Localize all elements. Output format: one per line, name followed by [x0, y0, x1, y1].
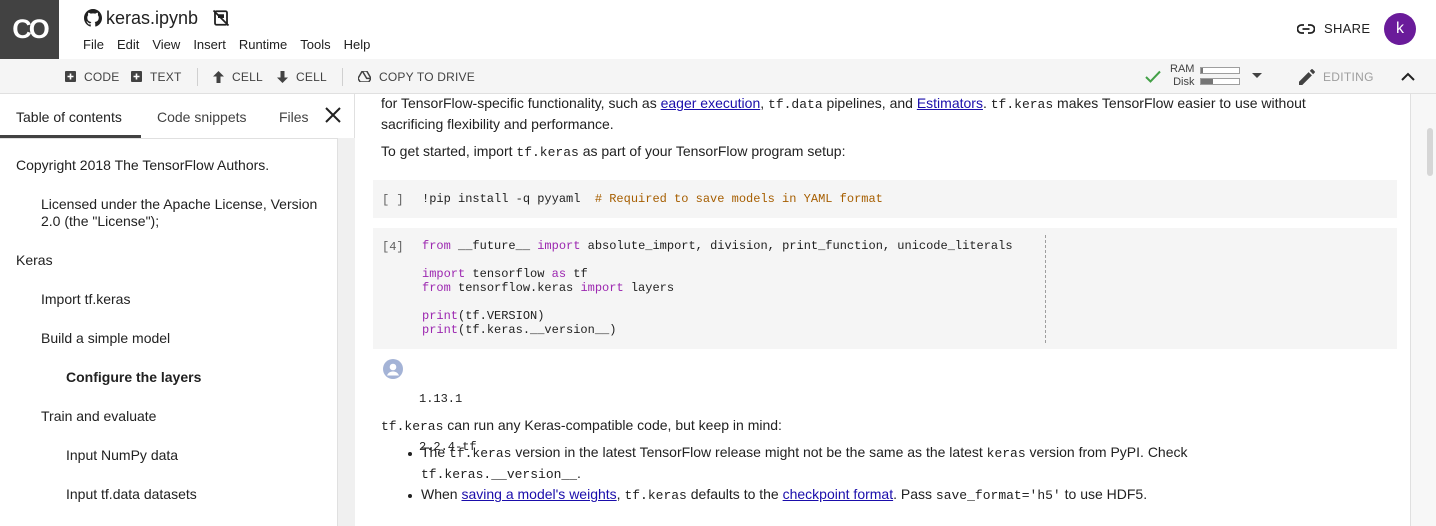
checkpoint-format-link[interactable]: checkpoint format	[783, 486, 894, 502]
drive-icon	[358, 71, 371, 82]
code-cell[interactable]: [4] from __future__ import absolute_impo…	[373, 228, 1397, 349]
intro-paragraph-line2: sacrificing flexibility and performance.	[381, 116, 614, 132]
toolbar-divider	[197, 68, 198, 86]
intro-paragraph: for TensorFlow-specific functionality, s…	[381, 95, 1306, 112]
menu-insert[interactable]: Insert	[193, 37, 226, 52]
plus-box-icon	[65, 71, 76, 82]
colab-logo[interactable]: CO	[0, 0, 59, 59]
menu-file[interactable]: File	[83, 37, 104, 52]
add-code-button[interactable]: CODE	[65, 59, 119, 94]
bullet-item: The tf.keras version in the latest Tenso…	[421, 444, 1188, 461]
copy-to-drive-button[interactable]: COPY TO DRIVE	[358, 59, 475, 94]
toc-item[interactable]: Input NumPy data	[66, 447, 178, 464]
no-drive-icon[interactable]	[212, 9, 230, 27]
ram-bar-fill	[1201, 68, 1204, 73]
code-line[interactable]: print(tf.keras.__version__)	[422, 323, 616, 337]
resource-labels: RAM Disk	[1170, 63, 1195, 88]
resource-bars	[1200, 67, 1241, 85]
notebook-title[interactable]: keras.ipynb	[106, 8, 198, 29]
estimators-link[interactable]: Estimators	[917, 95, 983, 111]
notebook-area: for TensorFlow-specific functionality, s…	[356, 94, 1436, 526]
toc-item[interactable]: Import tf.keras	[41, 291, 130, 308]
menu-runtime[interactable]: Runtime	[239, 37, 287, 52]
menu-help[interactable]: Help	[344, 37, 371, 52]
resource-monitor[interactable]: RAM Disk	[1145, 63, 1263, 89]
compat-paragraph: tf.keras can run any Keras-compatible co…	[381, 417, 782, 434]
toc-item-active[interactable]: Configure the layers	[66, 369, 201, 386]
bullet-item: When saving a model's weights, tf.keras …	[421, 486, 1148, 503]
saving-weights-link[interactable]: saving a model's weights	[461, 486, 616, 502]
arrow-down-icon	[277, 70, 288, 83]
chevron-up-icon[interactable]	[1398, 67, 1418, 87]
share-button[interactable]: SHARE	[1297, 21, 1370, 36]
code-line[interactable]: from tensorflow.keras import layers	[422, 281, 674, 295]
sidebar-scrollbar[interactable]	[337, 138, 355, 526]
tab-code-snippets[interactable]: Code snippets	[157, 109, 247, 125]
sidebar-tabs: Table of contents Code snippets Files	[0, 94, 355, 138]
toc-item[interactable]: Build a simple model	[41, 330, 170, 347]
toc-item[interactable]: Licensed under the Apache License, Versi…	[41, 196, 317, 230]
table-of-contents: Copyright 2018 The TensorFlow Authors. L…	[0, 138, 337, 526]
line-length-ruler	[1045, 235, 1046, 343]
add-text-button[interactable]: TEXT	[131, 59, 181, 94]
toc-item[interactable]: Train and evaluate	[41, 408, 156, 425]
bullet-dot	[408, 494, 412, 498]
disk-bar	[1200, 78, 1241, 85]
toolbar-divider	[342, 68, 343, 86]
tab-table-of-contents[interactable]: Table of contents	[16, 109, 122, 125]
bullet-dot	[408, 452, 412, 456]
notebook-content: for TensorFlow-specific functionality, s…	[356, 94, 1410, 526]
bullet-item-line2: tf.keras.__version__.	[421, 465, 581, 482]
plus-box-icon	[131, 71, 142, 82]
toc-item[interactable]: Keras	[16, 252, 53, 269]
disk-bar-fill	[1201, 79, 1213, 84]
setup-paragraph: To get started, import tf.keras as part …	[381, 143, 846, 160]
code-line[interactable]: !pip install -q pyyaml # Required to sav…	[422, 192, 883, 206]
github-icon[interactable]	[84, 9, 102, 27]
menu-tools[interactable]: Tools	[300, 37, 330, 52]
arrow-up-icon	[213, 70, 224, 83]
menu-edit[interactable]: Edit	[117, 37, 139, 52]
menu-view[interactable]: View	[152, 37, 180, 52]
caret-down-icon[interactable]	[1252, 73, 1263, 79]
code-line[interactable]: print(tf.VERSION)	[422, 309, 544, 323]
tab-files[interactable]: Files	[279, 109, 309, 125]
code-line[interactable]: from __future__ import absolute_import, …	[422, 239, 1013, 253]
menu-bar: File Edit View Insert Runtime Tools Help	[83, 37, 383, 52]
share-label: SHARE	[1324, 21, 1371, 36]
check-icon	[1145, 70, 1161, 83]
cell-run-prompt[interactable]: [4]	[382, 240, 404, 254]
toc-item[interactable]: Input tf.data datasets	[66, 486, 197, 503]
move-cell-up-button[interactable]: CELL	[213, 59, 263, 94]
pencil-icon	[1299, 68, 1315, 85]
move-cell-down-button[interactable]: CELL	[277, 59, 327, 94]
user-avatar[interactable]: k	[1384, 13, 1416, 45]
sidebar: Table of contents Code snippets Files Co…	[0, 94, 355, 526]
output-avatar-icon[interactable]	[383, 359, 403, 379]
eager-execution-link[interactable]: eager execution	[661, 95, 761, 111]
cell-run-prompt[interactable]: [ ]	[382, 193, 404, 207]
close-icon[interactable]	[322, 104, 344, 126]
code-line[interactable]: import tensorflow as tf	[422, 267, 588, 281]
code-cell[interactable]: [ ] !pip install -q pyyaml # Required to…	[373, 180, 1397, 218]
link-icon	[1297, 23, 1315, 34]
editing-mode-button[interactable]: EDITING	[1299, 59, 1374, 94]
ram-bar	[1200, 67, 1241, 74]
notebook-title-row: keras.ipynb	[84, 6, 230, 30]
notebook-scrollbar-thumb[interactable]	[1427, 128, 1433, 176]
app-header: CO keras.ipynb File Edit View Insert Run…	[0, 0, 1436, 59]
toc-item[interactable]: Copyright 2018 The TensorFlow Authors.	[16, 157, 269, 174]
